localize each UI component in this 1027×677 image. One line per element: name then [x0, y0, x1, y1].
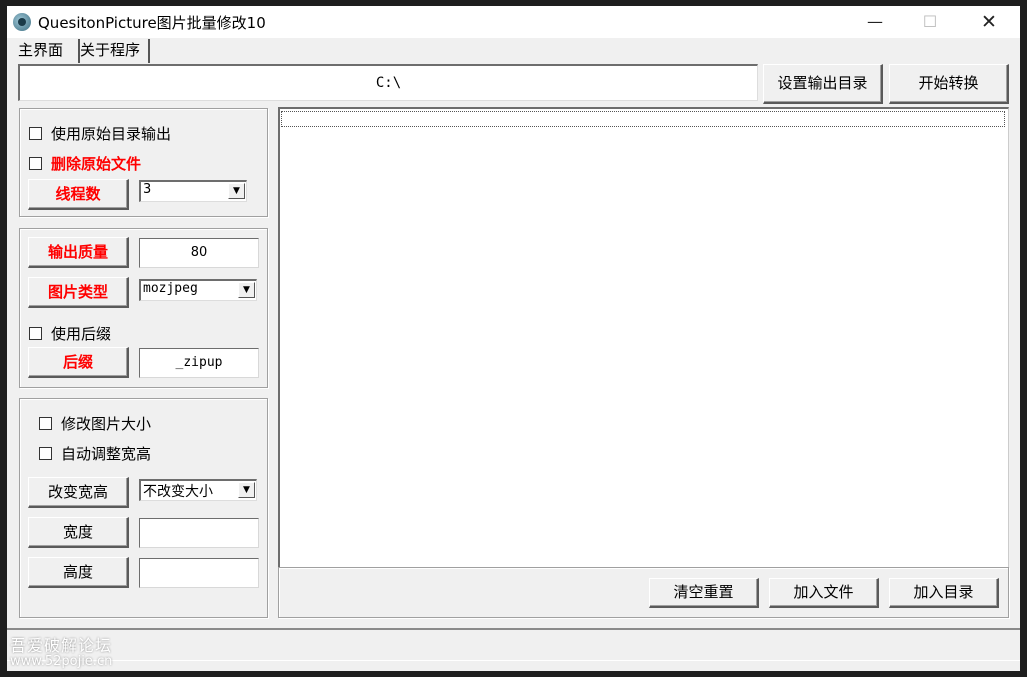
watermark-text: 吾爱破解论坛: [10, 636, 113, 655]
image-type-value: mozjpeg: [143, 281, 198, 296]
change-wh-select[interactable]: 不改变大小 ▼: [139, 479, 257, 501]
clear-reset-button[interactable]: 清空重置: [649, 578, 759, 608]
change-wh-value: 不改变大小: [143, 484, 213, 500]
tab-main[interactable]: 主界面: [14, 39, 80, 63]
auto-adjust-checkbox[interactable]: 自动调整宽高: [39, 443, 151, 464]
delete-orig-checkbox[interactable]: 删除原始文件: [29, 153, 141, 174]
use-suffix-checkbox[interactable]: 使用后缀: [29, 323, 111, 344]
use-suffix-label: 使用后缀: [51, 325, 112, 343]
delete-orig-label: 删除原始文件: [51, 155, 142, 173]
width-button[interactable]: 宽度: [28, 517, 129, 548]
minimize-icon[interactable]: —: [852, 6, 898, 38]
app-window: QuesitonPicture图片批量修改10 — ☐ ✕ 主界面 关于程序 C…: [7, 6, 1020, 671]
checkbox-box: [29, 327, 42, 340]
width-input[interactable]: [139, 518, 259, 548]
auto-adjust-label: 自动调整宽高: [61, 445, 152, 463]
quality-input[interactable]: 80: [139, 238, 259, 268]
add-file-button[interactable]: 加入文件: [769, 578, 879, 608]
resize-checkbox[interactable]: 修改图片大小: [39, 413, 151, 434]
focus-row: [281, 111, 1005, 127]
height-input[interactable]: [139, 558, 259, 588]
set-output-dir-button[interactable]: 设置输出目录: [763, 64, 883, 104]
threads-button[interactable]: 线程数: [28, 179, 129, 210]
chevron-down-icon[interactable]: ▼: [228, 183, 245, 199]
change-wh-button[interactable]: 改变宽高: [28, 477, 129, 508]
title-bar: QuesitonPicture图片批量修改10 — ☐ ✕: [7, 6, 1020, 38]
watermark-url: www.52pojie.cn: [10, 654, 113, 669]
tab-about[interactable]: 关于程序: [76, 39, 150, 63]
quality-button[interactable]: 输出质量: [28, 237, 129, 268]
chevron-down-icon[interactable]: ▼: [238, 482, 255, 498]
resize-label: 修改图片大小: [61, 415, 152, 433]
suffix-button[interactable]: 后缀: [28, 347, 129, 378]
suffix-input[interactable]: _zipup: [139, 348, 259, 378]
checkbox-box: [29, 127, 42, 140]
checkbox-box: [29, 157, 42, 170]
checkbox-box: [39, 447, 52, 460]
bottom-bar: 清空重置 加入文件 加入目录: [278, 567, 1009, 618]
image-type-button[interactable]: 图片类型: [28, 277, 129, 308]
start-convert-button[interactable]: 开始转换: [889, 64, 1009, 104]
threads-select[interactable]: 3 ▼: [139, 180, 247, 202]
output-path-field[interactable]: C:\: [18, 64, 758, 101]
add-dir-button[interactable]: 加入目录: [889, 578, 999, 608]
resize-group: 修改图片大小 自动调整宽高 改变宽高 不改变大小 ▼ 宽度 高度: [19, 398, 268, 618]
threads-value: 3: [143, 182, 152, 197]
use-orig-dir-label: 使用原始目录输出: [51, 125, 172, 143]
image-type-select[interactable]: mozjpeg ▼: [139, 279, 257, 301]
checkbox-box: [39, 417, 52, 430]
window-title: QuesitonPicture图片批量修改10: [38, 14, 266, 32]
use-orig-dir-checkbox[interactable]: 使用原始目录输出: [29, 123, 171, 144]
maximize-icon[interactable]: ☐: [907, 6, 953, 38]
chevron-down-icon[interactable]: ▼: [238, 282, 255, 298]
height-button[interactable]: 高度: [28, 557, 129, 588]
file-list[interactable]: [278, 107, 1009, 568]
output-settings-group: 输出质量 80 图片类型 mozjpeg ▼ 使用后缀 后缀 _zipup: [19, 228, 268, 388]
app-icon: [13, 13, 31, 31]
close-icon[interactable]: ✕: [966, 6, 1012, 38]
status-bar: [7, 628, 1020, 661]
options-group: 使用原始目录输出 删除原始文件 线程数 3 ▼: [19, 108, 268, 217]
